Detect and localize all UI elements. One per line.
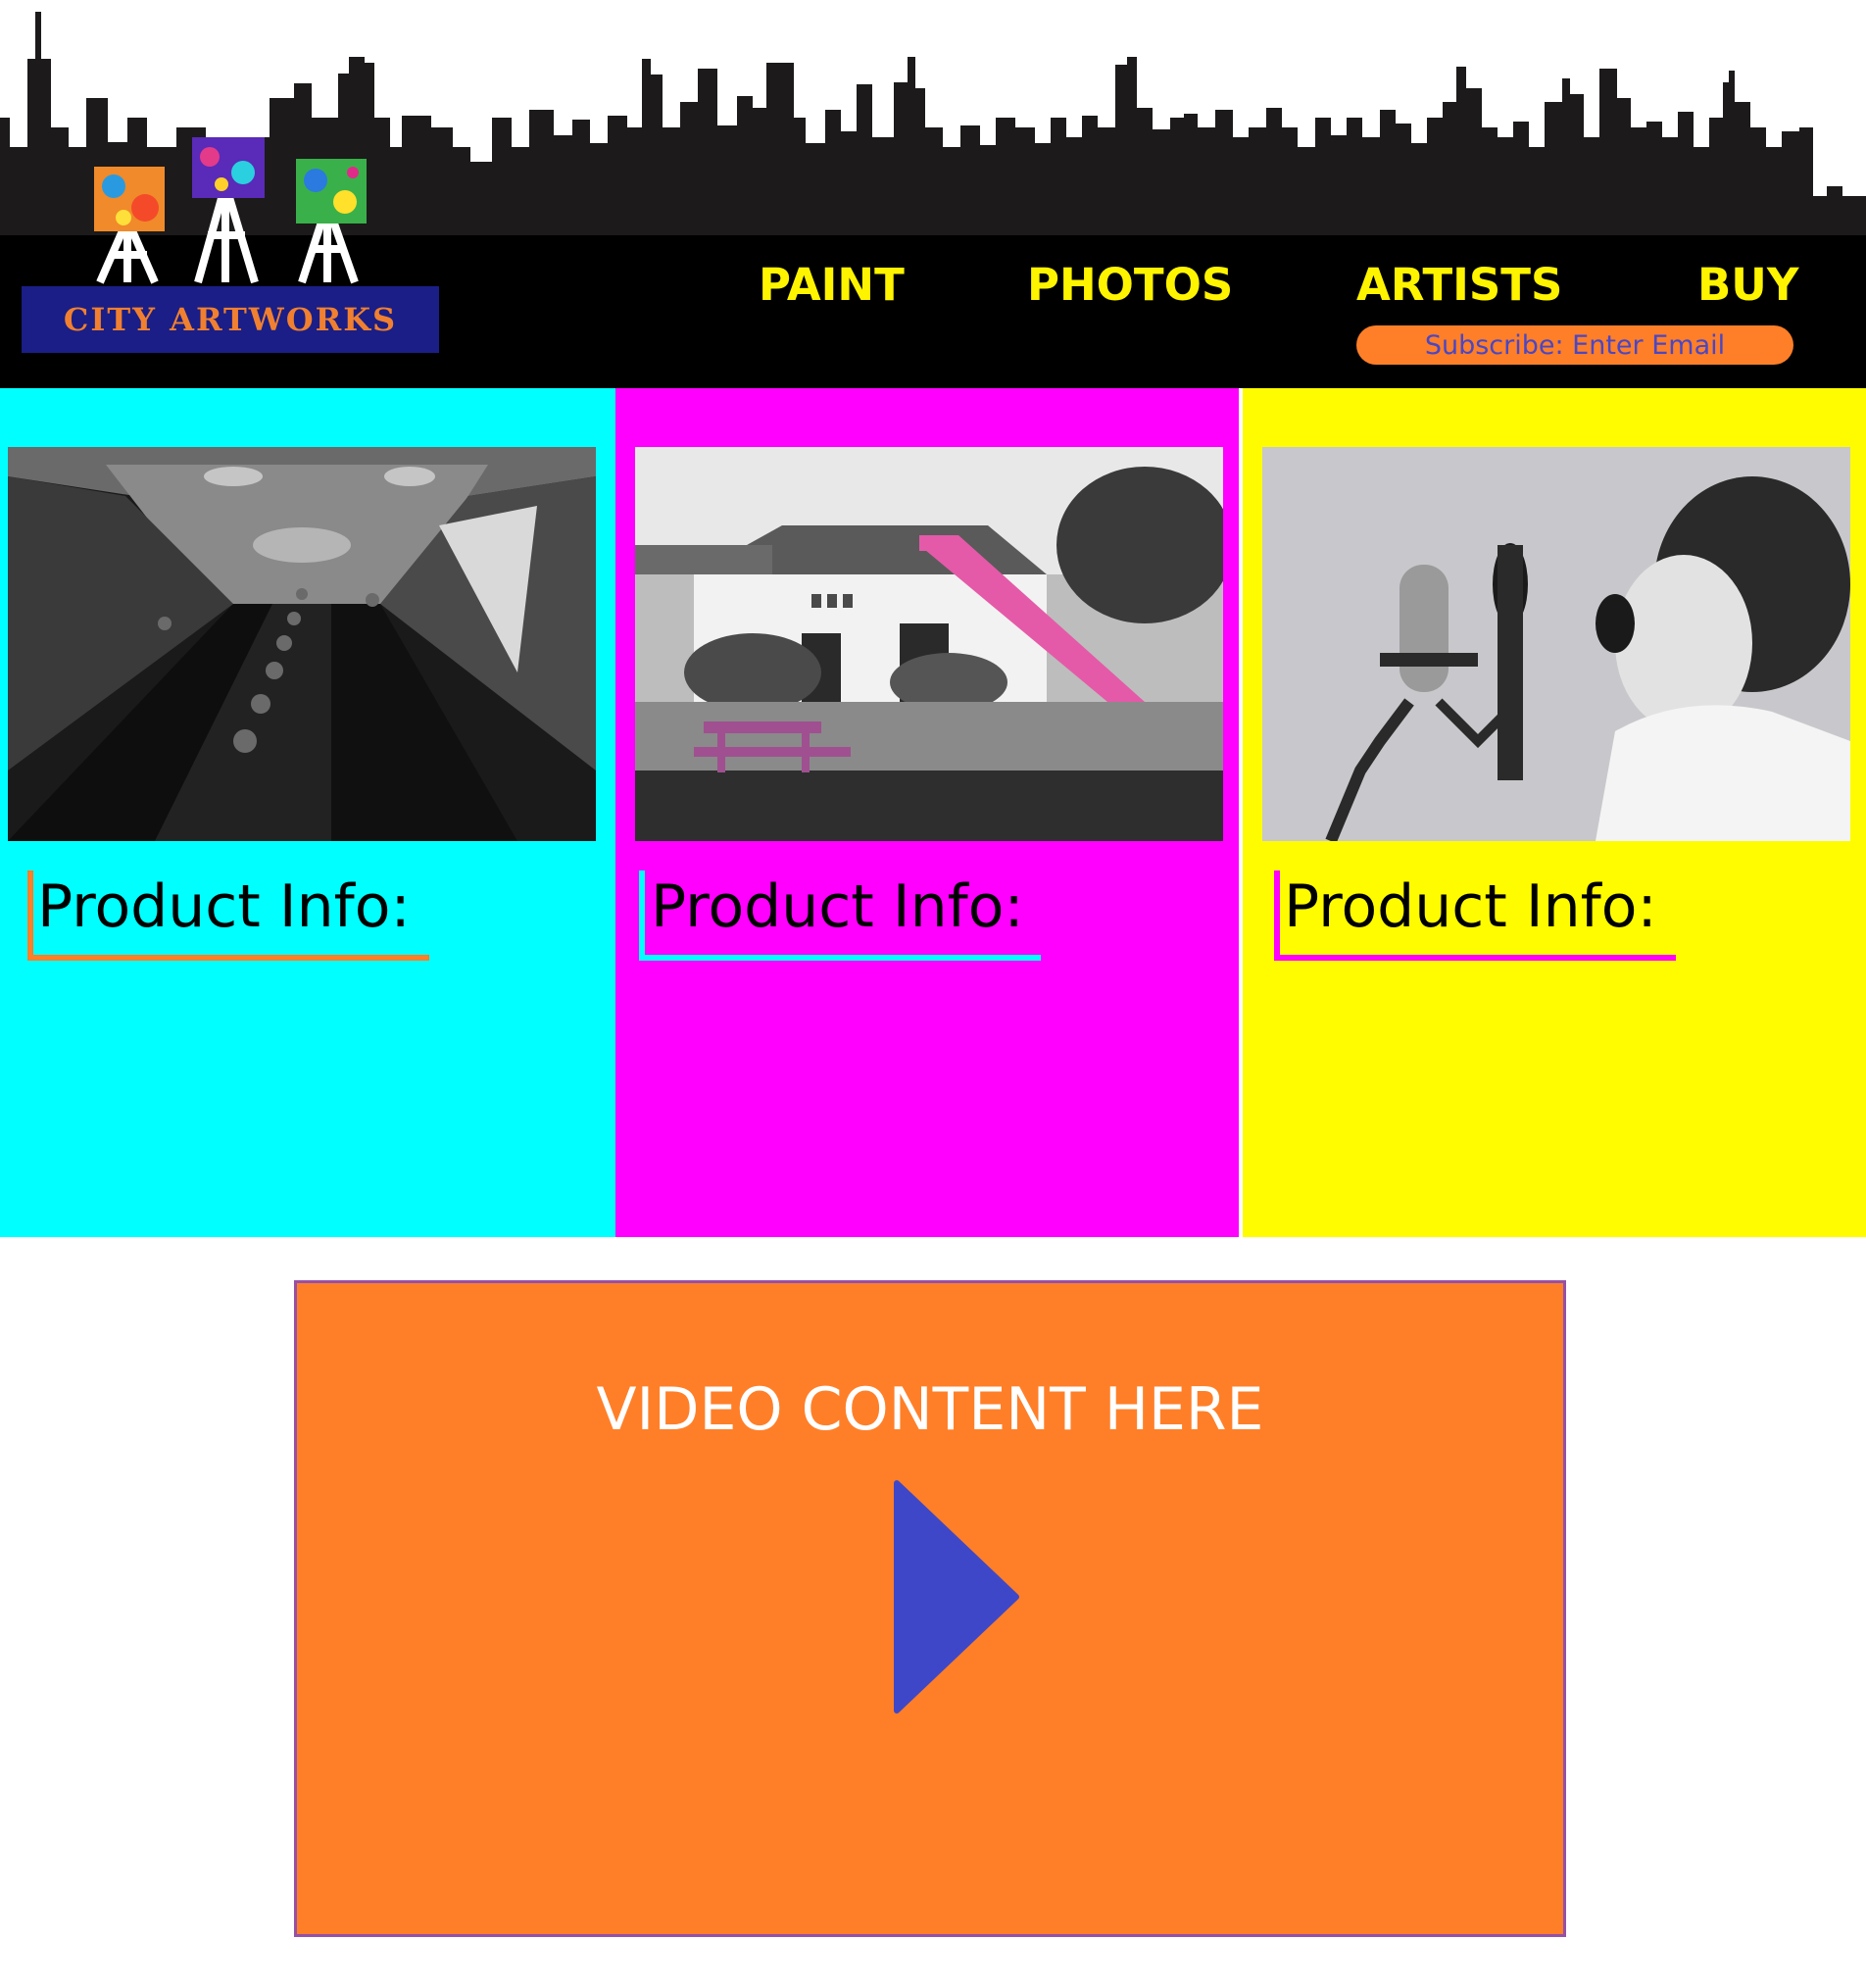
nav-photos[interactable]: PHOTOS xyxy=(1027,259,1233,311)
easels-icon xyxy=(94,137,367,284)
product-column-1: Product Info: xyxy=(0,388,623,1237)
product-info-label: Product Info: xyxy=(1284,872,1657,941)
product-column-3: Product Info: xyxy=(1243,388,1866,1237)
nav-artists[interactable]: ARTISTS xyxy=(1356,259,1562,311)
video-placeholder-label: VIDEO CONTENT HERE xyxy=(596,1375,1264,1444)
site-header: CITY ARTWORKS PAINT PHOTOS ARTISTS BUY xyxy=(0,0,1866,388)
boy-microphone-image xyxy=(1262,447,1850,841)
product-photo-escalator[interactable] xyxy=(8,447,596,841)
video-player[interactable]: VIDEO CONTENT HERE xyxy=(294,1280,1566,1937)
product-info-label: Product Info: xyxy=(37,872,411,941)
nav-paint[interactable]: PAINT xyxy=(759,259,905,311)
product-photo-house[interactable] xyxy=(635,447,1223,841)
brand-name: CITY ARTWORKS xyxy=(63,301,398,338)
nav-buy[interactable]: BUY xyxy=(1697,259,1798,311)
subscribe-email-input[interactable] xyxy=(1356,325,1793,365)
product-photo-singer[interactable] xyxy=(1262,447,1850,841)
product-info-label: Product Info: xyxy=(651,872,1024,941)
play-icon[interactable] xyxy=(893,1479,1020,1715)
pink-staircase-house-image xyxy=(635,447,1223,841)
product-column-2: Product Info: xyxy=(615,388,1239,1237)
city-artworks-logo[interactable]: CITY ARTWORKS xyxy=(22,125,445,357)
escalator-image xyxy=(8,447,596,841)
logo-plaque: CITY ARTWORKS xyxy=(22,286,439,353)
